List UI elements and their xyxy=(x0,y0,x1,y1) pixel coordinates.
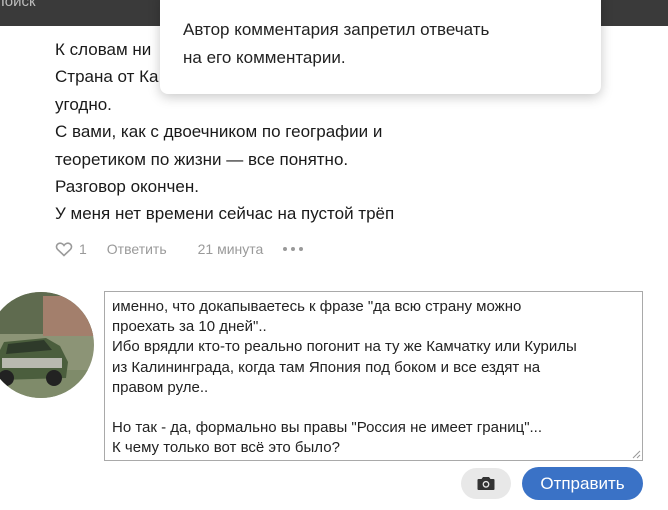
comment-line: теоретиком по жизни — все понятно. xyxy=(55,149,349,169)
reply-disabled-tooltip: Автор комментария запретил отвечать на е… xyxy=(160,0,601,94)
send-button[interactable]: Отправить xyxy=(522,467,643,500)
search-label[interactable]: Поиск xyxy=(0,0,36,10)
reply-text-line: Но так - да, формально вы правы "Россия … xyxy=(112,419,543,437)
resize-grip-icon[interactable] xyxy=(631,449,641,459)
like-count: 1 xyxy=(79,241,87,257)
reply-text-line: проехать за 10 дней".. xyxy=(112,318,267,336)
reply-textarea[interactable]: именно, что докапываетесь к фразе "да вс… xyxy=(104,291,643,461)
comment-time: 21 минута xyxy=(197,241,264,257)
reply-text-line: правом руле.. xyxy=(112,378,209,396)
reply-text-line: из Калининграда, когда там Япония под бо… xyxy=(112,358,541,376)
comment-actions: 1 Ответить 21 минута xyxy=(55,239,304,259)
comment-line: угодно. xyxy=(55,94,112,114)
reply-link[interactable]: Ответить xyxy=(107,241,167,257)
more-dots-icon[interactable] xyxy=(283,247,304,251)
heart-icon[interactable] xyxy=(55,241,73,257)
reply-text-line: именно, что докапываетесь к фразе "да вс… xyxy=(112,298,522,315)
tooltip-line: на его комментарии. xyxy=(183,48,346,67)
comment-line: С вами, как с двоечником по географии и xyxy=(55,122,383,142)
comment-line: Разговор окончен. xyxy=(55,177,199,197)
reply-text-line xyxy=(112,398,634,418)
reply-text-line: Ибо врядли кто-то реально погонит на ту … xyxy=(112,338,577,356)
tooltip-line: Автор комментария запретил отвечать xyxy=(183,20,490,39)
attach-photo-button[interactable] xyxy=(461,468,511,499)
avatar[interactable] xyxy=(0,292,94,398)
comment-line: У меня нет времени сейчас на пустой трёп xyxy=(55,204,395,224)
camera-icon xyxy=(477,477,495,490)
reply-text-line: К чему только вот всё это было? xyxy=(112,439,340,457)
